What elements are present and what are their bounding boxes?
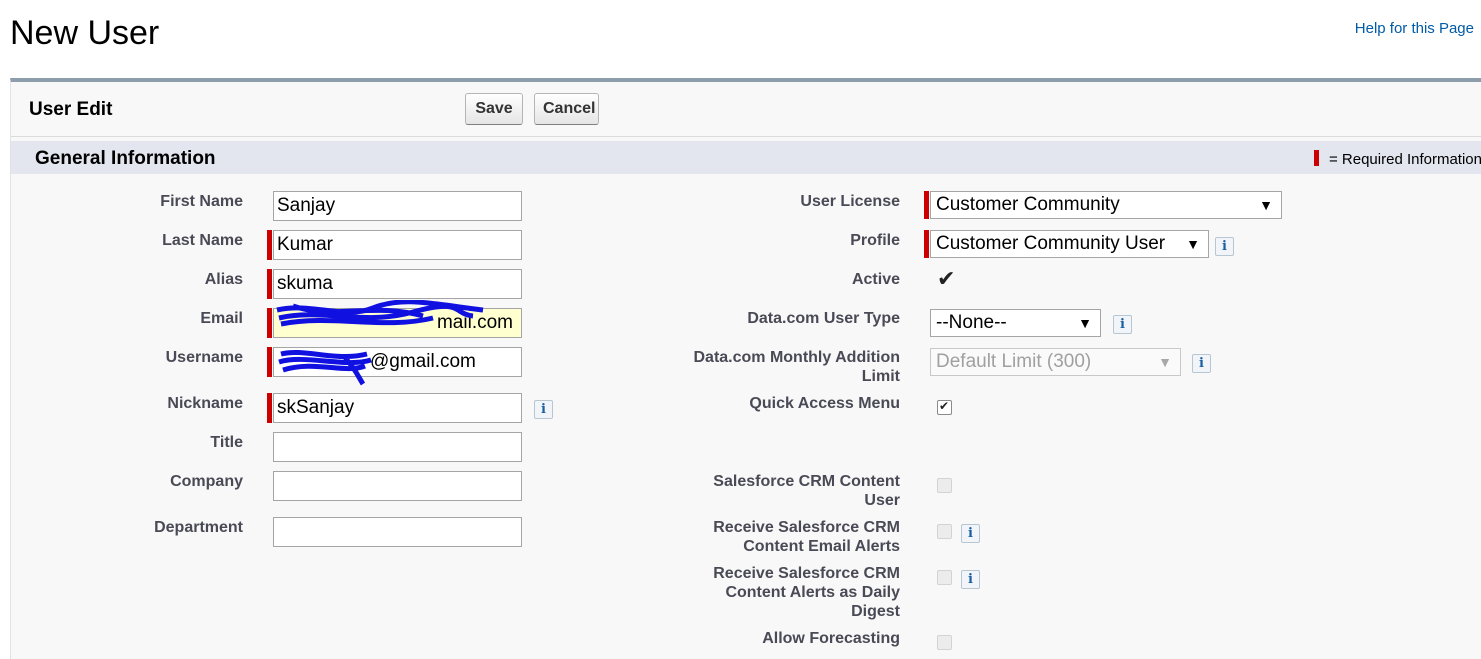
datacom-user-type-label: Data.com User Type [747, 310, 900, 327]
allow-forecasting-label: Allow Forecasting [762, 630, 900, 647]
last-name-field[interactable]: Kumar [273, 230, 522, 260]
quick-access-menu-label: Quick Access Menu [749, 395, 900, 412]
user-edit-panel: User Edit Save Cancel General Informatio… [10, 78, 1481, 659]
quick-access-menu-checkbox[interactable] [937, 399, 952, 415]
required-legend-text: = Required Information [1328, 151, 1481, 168]
profile-label: Profile [850, 232, 900, 249]
title-field[interactable] [273, 432, 522, 462]
required-marker-icon [1313, 150, 1319, 166]
page-title: New User [10, 14, 160, 52]
crm-daily-digest-label: Receive Salesforce CRM Content Alerts as … [611, 564, 900, 621]
first-name-label: First Name [160, 193, 243, 210]
required-legend: = Required Information [1313, 150, 1481, 168]
chevron-down-icon: ▼ [1259, 197, 1273, 213]
required-marker-icon [267, 347, 272, 377]
section-header: General Information = Required Informati… [11, 141, 1481, 174]
crm-email-alerts-label-line2: Content Email Alerts [743, 538, 900, 555]
email-label: Email [200, 310, 243, 327]
datacom-user-type-select[interactable]: --None-- ▼ [930, 309, 1101, 337]
datacom-monthly-limit-label: Data.com Monthly Addition Limit [611, 348, 900, 386]
last-name-label: Last Name [162, 232, 243, 249]
allow-forecasting-checkbox[interactable] [937, 635, 952, 650]
username-label: Username [165, 349, 243, 366]
nickname-label: Nickname [167, 395, 243, 412]
required-marker-icon [267, 230, 272, 260]
active-label: Active [851, 271, 900, 288]
required-marker-icon [267, 269, 272, 299]
title-label: Title [210, 434, 243, 451]
datacom-user-type-info-icon[interactable]: i [1113, 315, 1132, 334]
profile-value: Customer Community User [936, 233, 1166, 254]
datacom-monthly-limit-value: Default Limit (300) [936, 351, 1092, 372]
department-field[interactable] [273, 517, 522, 547]
section-title: General Information [35, 148, 216, 169]
email-field[interactable]: mail.com [273, 308, 522, 338]
panel-header: User Edit Save Cancel [11, 82, 1481, 137]
alias-field[interactable]: skuma [273, 269, 522, 299]
nickname-info-icon[interactable]: i [534, 400, 553, 419]
save-button[interactable]: Save [465, 93, 523, 125]
chevron-down-icon: ▼ [1078, 315, 1092, 331]
username-field[interactable]: @gmail.com [273, 347, 522, 377]
crm-daily-digest-info-icon[interactable]: i [961, 570, 980, 589]
crm-email-alerts-label-line1: Receive Salesforce CRM [713, 519, 900, 536]
datacom-user-type-value: --None-- [936, 312, 1007, 333]
chevron-down-icon: ▼ [1186, 236, 1200, 252]
user-license-select[interactable]: Customer Community ▼ [930, 191, 1282, 219]
profile-select[interactable]: Customer Community User ▼ [930, 230, 1209, 258]
help-link[interactable]: Help for this Page [1355, 20, 1474, 37]
datacom-monthly-limit-select: Default Limit (300) ▼ [930, 348, 1181, 376]
alias-label: Alias [204, 271, 243, 288]
crm-email-alerts-info-icon[interactable]: i [961, 524, 980, 543]
first-name-field[interactable]: Sanjay [273, 191, 522, 221]
user-license-label: User License [800, 193, 900, 210]
active-checkbox[interactable]: ✔ [937, 266, 955, 292]
cancel-button[interactable]: Cancel [534, 93, 599, 125]
datacom-monthly-limit-label-line2: Limit [861, 368, 900, 385]
crm-daily-digest-label-line3: Digest [851, 603, 900, 620]
required-marker-icon [267, 393, 272, 423]
crm-email-alerts-checkbox[interactable] [937, 524, 952, 539]
department-label: Department [154, 519, 243, 536]
crm-content-user-label-line1: Salesforce CRM Content [713, 473, 900, 490]
user-license-value: Customer Community [936, 194, 1120, 215]
profile-info-icon[interactable]: i [1215, 237, 1234, 256]
crm-content-user-checkbox[interactable] [937, 478, 952, 493]
crm-content-user-label-line2: User [864, 492, 900, 509]
chevron-down-icon: ▼ [1158, 354, 1172, 370]
crm-daily-digest-label-line1: Receive Salesforce CRM [713, 565, 900, 582]
company-field[interactable] [273, 471, 522, 501]
nickname-field[interactable]: skSanjay [273, 393, 522, 423]
datacom-monthly-limit-label-line1: Data.com Monthly Addition [693, 349, 900, 366]
crm-content-user-label: Salesforce CRM Content User [611, 472, 900, 510]
required-marker-icon [267, 308, 272, 338]
crm-daily-digest-label-line2: Content Alerts as Daily [725, 584, 900, 601]
company-label: Company [170, 473, 243, 490]
datacom-monthly-limit-info-icon[interactable]: i [1192, 354, 1211, 373]
required-marker-icon [924, 191, 929, 219]
panel-title: User Edit [29, 99, 113, 120]
crm-daily-digest-checkbox[interactable] [937, 570, 952, 585]
crm-email-alerts-label: Receive Salesforce CRM Content Email Aler… [611, 518, 900, 556]
required-marker-icon [924, 230, 929, 258]
